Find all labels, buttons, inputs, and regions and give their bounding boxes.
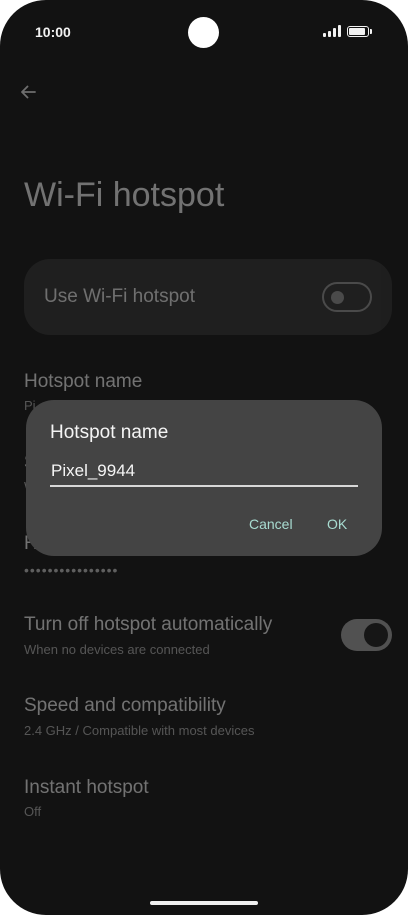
battery-tip xyxy=(370,28,372,34)
cancel-button[interactable]: Cancel xyxy=(249,516,293,532)
ok-button[interactable]: OK xyxy=(327,516,347,532)
toggle-knob xyxy=(331,291,344,304)
use-hotspot-toggle[interactable] xyxy=(322,282,372,312)
hotspot-name-dialog: Hotspot name Cancel OK xyxy=(26,400,382,556)
hotspot-name-title[interactable]: Hotspot name xyxy=(24,371,142,393)
auto-off-toggle[interactable] xyxy=(341,619,392,651)
phone-screen: 10:00 Wi-Fi hotspot Use Wi-Fi hotspot Ho… xyxy=(0,0,408,915)
auto-off-sub: When no devices are connected xyxy=(24,642,210,657)
use-hotspot-card[interactable]: Use Wi-Fi hotspot xyxy=(24,259,392,335)
battery-icon xyxy=(347,25,369,37)
status-icons xyxy=(323,25,372,37)
speed-title[interactable]: Speed and compatibility xyxy=(24,695,226,717)
speed-sub: 2.4 GHz / Compatible with most devices xyxy=(24,723,255,738)
toggle-knob xyxy=(364,623,388,647)
hotspot-name-input[interactable] xyxy=(50,457,358,487)
camera-cutout xyxy=(188,17,219,48)
status-time: 10:00 xyxy=(35,24,71,40)
signal-icon xyxy=(323,25,341,37)
home-indicator[interactable] xyxy=(150,901,258,905)
dialog-title: Hotspot name xyxy=(50,422,169,443)
password-dots: •••••••••••••••• xyxy=(24,562,119,578)
instant-hotspot-title[interactable]: Instant hotspot xyxy=(24,777,149,799)
page-title: Wi-Fi hotspot xyxy=(24,176,225,214)
auto-off-title[interactable]: Turn off hotspot automatically xyxy=(24,614,272,636)
arrow-left-icon[interactable] xyxy=(18,82,38,102)
use-hotspot-label: Use Wi-Fi hotspot xyxy=(44,286,195,307)
instant-hotspot-sub: Off xyxy=(24,804,42,819)
